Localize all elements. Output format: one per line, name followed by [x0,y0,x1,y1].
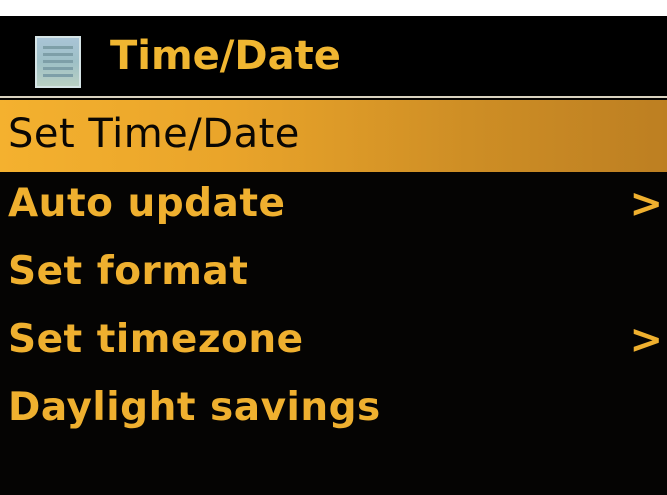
menu-item-set-format[interactable]: Set format [0,240,667,308]
chevron-right-icon: > [629,181,663,227]
header-bar: Time/Date [0,16,667,98]
device-screen: Time/Date Set Time/Date Auto update > Se… [0,16,667,495]
menu-item-label: Set Time/Date [8,111,300,157]
menu-item-auto-update[interactable]: Auto update > [0,172,667,240]
menu-item-set-timezone[interactable]: Set timezone > [0,308,667,376]
menu-list: Set Time/Date Auto update > Set format S… [0,100,667,444]
menu-item-label: Set format [8,249,249,294]
chevron-right-icon: > [629,317,663,363]
menu-item-label: Daylight savings [8,385,381,430]
menu-list-icon [35,36,81,88]
menu-item-set-time-date[interactable]: Set Time/Date [0,100,667,172]
menu-item-daylight-savings[interactable]: Daylight savings [0,376,667,444]
menu-item-label: Set timezone [8,317,304,362]
page-title: Time/Date [110,33,341,79]
menu-item-label: Auto update [8,181,286,226]
